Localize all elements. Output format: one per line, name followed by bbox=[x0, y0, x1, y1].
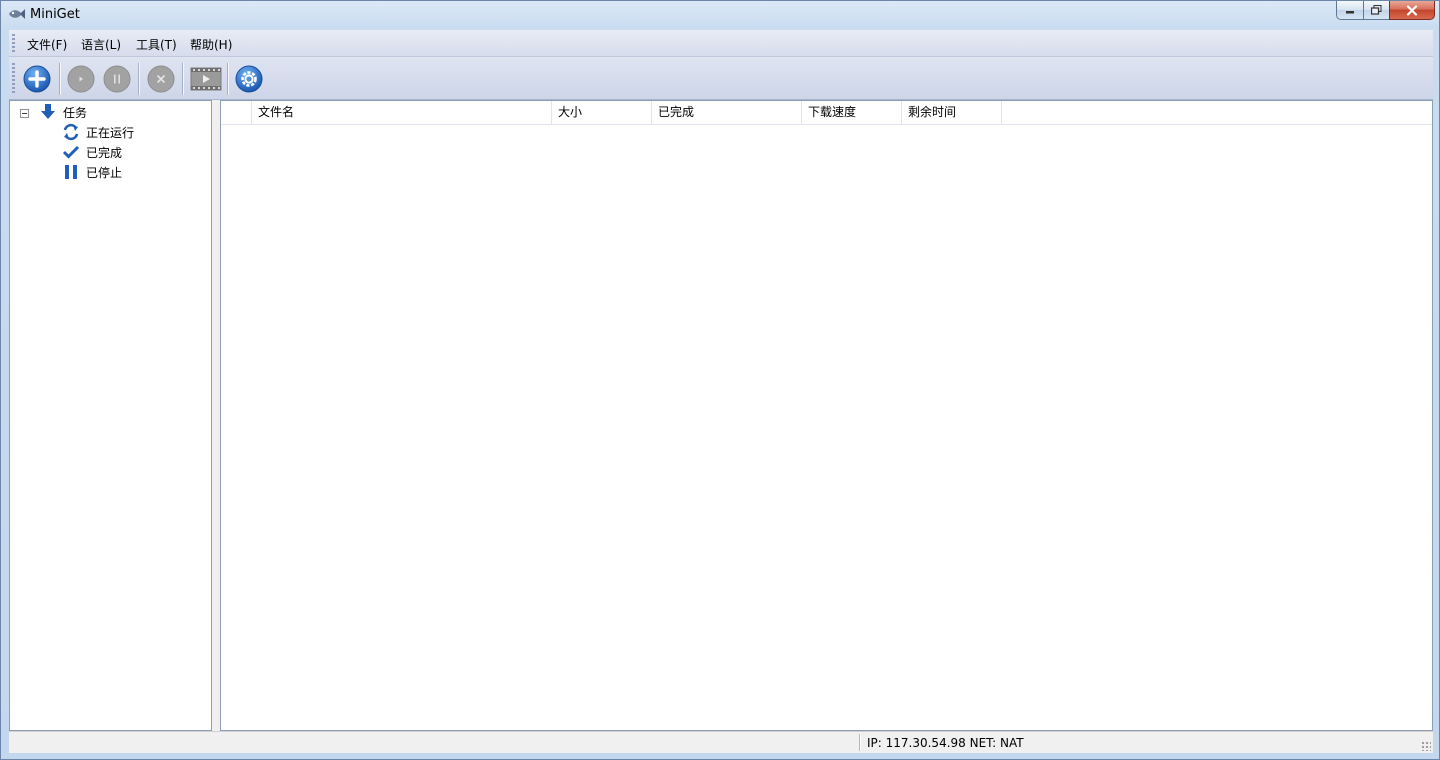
toolbar-separator bbox=[182, 63, 183, 95]
list-header: 文件名 大小 已完成 下载速度 剩余时间 bbox=[221, 101, 1432, 125]
network-status: IP: 117.30.54.98 NET: NAT bbox=[867, 736, 1024, 750]
column-header-completed[interactable]: 已完成 bbox=[652, 101, 802, 124]
client-area: 文件(F) 语言(L) 工具(T) 帮助(H) 任务 正在运行 已完成 已停止 … bbox=[9, 30, 1433, 753]
menu-grip[interactable] bbox=[12, 34, 15, 53]
toolbar-separator bbox=[138, 63, 139, 95]
column-header-filename[interactable]: 文件名 bbox=[252, 101, 552, 124]
window-controls bbox=[1336, 1, 1435, 21]
add-task-button[interactable] bbox=[22, 64, 52, 94]
download-list[interactable]: 文件名 大小 已完成 下载速度 剩余时间 bbox=[220, 100, 1433, 731]
pause-icon bbox=[65, 165, 77, 179]
menu-file[interactable]: 文件(F) bbox=[27, 36, 67, 53]
checkmark-icon bbox=[62, 145, 80, 159]
start-button[interactable] bbox=[66, 64, 96, 94]
tree-item-label: 已停止 bbox=[86, 165, 123, 180]
menu-tools[interactable]: 工具(T) bbox=[136, 36, 177, 53]
restore-button[interactable] bbox=[1363, 1, 1389, 20]
menu-bar: 文件(F) 语言(L) 工具(T) 帮助(H) bbox=[9, 30, 1433, 57]
start-icon bbox=[67, 65, 95, 93]
pause-button[interactable] bbox=[102, 64, 132, 94]
collapse-toggle[interactable] bbox=[20, 109, 29, 118]
menu-language[interactable]: 语言(L) bbox=[81, 36, 121, 53]
menu-help[interactable]: 帮助(H) bbox=[190, 36, 232, 53]
add-task-icon bbox=[23, 65, 51, 93]
delete-icon bbox=[147, 65, 175, 93]
resize-grip-icon[interactable] bbox=[1421, 741, 1431, 751]
tree-item-stopped[interactable]: 已停止 bbox=[62, 162, 122, 182]
status-bar: IP: 117.30.54.98 NET: NAT bbox=[9, 731, 1433, 753]
settings-icon bbox=[235, 65, 263, 93]
close-button[interactable] bbox=[1389, 1, 1435, 20]
tree-item-label: 任务 bbox=[63, 105, 88, 120]
minimize-button[interactable] bbox=[1336, 1, 1363, 20]
delete-button[interactable] bbox=[146, 64, 176, 94]
preview-button[interactable] bbox=[190, 64, 222, 94]
window-title: MiniGet bbox=[30, 7, 80, 22]
column-header-remaining-time[interactable]: 剩余时间 bbox=[902, 101, 1002, 124]
close-icon bbox=[1406, 4, 1418, 16]
toolbar-grip[interactable] bbox=[12, 63, 15, 93]
tree-root-tasks[interactable]: 任务 bbox=[10, 102, 210, 122]
minimize-icon bbox=[1346, 11, 1354, 14]
refresh-icon bbox=[63, 123, 79, 141]
column-header-size[interactable]: 大小 bbox=[552, 101, 652, 124]
tree-item-label: 已完成 bbox=[86, 145, 123, 160]
task-tree: 任务 正在运行 已完成 已停止 bbox=[9, 100, 212, 731]
status-separator bbox=[859, 734, 860, 751]
title-bar[interactable]: MiniGet bbox=[1, 1, 1439, 29]
column-header-status[interactable] bbox=[221, 101, 252, 124]
restore-icon bbox=[1371, 5, 1382, 15]
pane-splitter[interactable] bbox=[212, 100, 220, 731]
column-header-speed[interactable]: 下载速度 bbox=[802, 101, 902, 124]
tree-item-completed[interactable]: 已完成 bbox=[62, 142, 122, 162]
download-arrow-icon bbox=[41, 104, 55, 119]
settings-button[interactable] bbox=[234, 64, 264, 94]
app-fish-icon bbox=[9, 9, 25, 19]
toolbar-separator bbox=[59, 63, 60, 95]
preview-video-icon bbox=[190, 67, 222, 91]
tree-item-running[interactable]: 正在运行 bbox=[62, 122, 134, 142]
app-window: MiniGet 文件(F) 语言(L) 工具(T) 帮助(H) 任务 正在运行 … bbox=[0, 0, 1440, 760]
toolbar bbox=[9, 57, 1433, 100]
pause-icon bbox=[103, 65, 131, 93]
toolbar-separator bbox=[227, 63, 228, 95]
tree-item-label: 正在运行 bbox=[86, 125, 135, 140]
